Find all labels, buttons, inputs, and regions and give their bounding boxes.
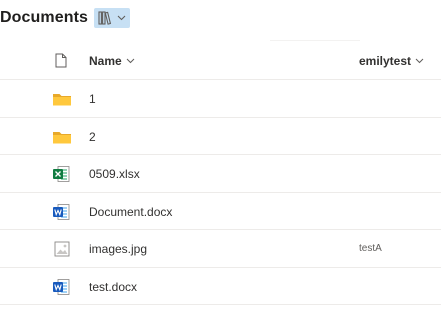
title-row: Documents xyxy=(0,6,131,30)
excel-file-icon xyxy=(52,165,72,183)
item-name[interactable]: Document.docx xyxy=(89,205,172,219)
page-title: Documents xyxy=(0,9,89,26)
chevron-down-icon xyxy=(117,15,126,21)
column-header-emilytest-label: emilytest xyxy=(359,54,412,68)
word-file-icon xyxy=(52,203,72,221)
item-emilytest-value: testA xyxy=(359,243,382,254)
divider xyxy=(270,40,360,41)
document-library: Documents Name emilytest 1 2 0509.xlsx D… xyxy=(0,0,441,310)
chevron-down-icon xyxy=(126,58,135,64)
file-list: 1 2 0509.xlsx Document.docx images.jpg t… xyxy=(0,80,441,305)
column-header-name[interactable]: Name xyxy=(89,54,135,68)
column-header-name-label: Name xyxy=(89,54,122,68)
image-file-icon xyxy=(52,240,72,258)
list-item[interactable]: Document.docx xyxy=(0,193,441,230)
list-item[interactable]: 0509.xlsx xyxy=(0,155,441,193)
list-item[interactable]: images.jpg testA xyxy=(0,230,441,268)
list-item[interactable]: 2 xyxy=(0,118,441,155)
item-name[interactable]: images.jpg xyxy=(89,242,147,256)
column-header-type[interactable] xyxy=(55,53,67,73)
folder-icon xyxy=(52,90,72,108)
folder-icon xyxy=(52,128,72,146)
library-icon xyxy=(98,11,112,25)
file-icon xyxy=(55,53,67,68)
column-header-emilytest[interactable]: emilytest xyxy=(359,54,424,68)
word-file-icon xyxy=(52,278,72,296)
item-name[interactable]: 1 xyxy=(89,92,96,106)
item-name[interactable]: 0509.xlsx xyxy=(89,167,140,181)
list-item[interactable]: 1 xyxy=(0,80,441,118)
column-header-row: Name emilytest xyxy=(0,42,441,80)
list-item[interactable]: test.docx xyxy=(0,268,441,305)
view-switch-button[interactable] xyxy=(94,8,131,28)
item-name[interactable]: test.docx xyxy=(89,280,137,294)
item-name[interactable]: 2 xyxy=(89,130,96,144)
chevron-down-icon xyxy=(415,58,424,64)
